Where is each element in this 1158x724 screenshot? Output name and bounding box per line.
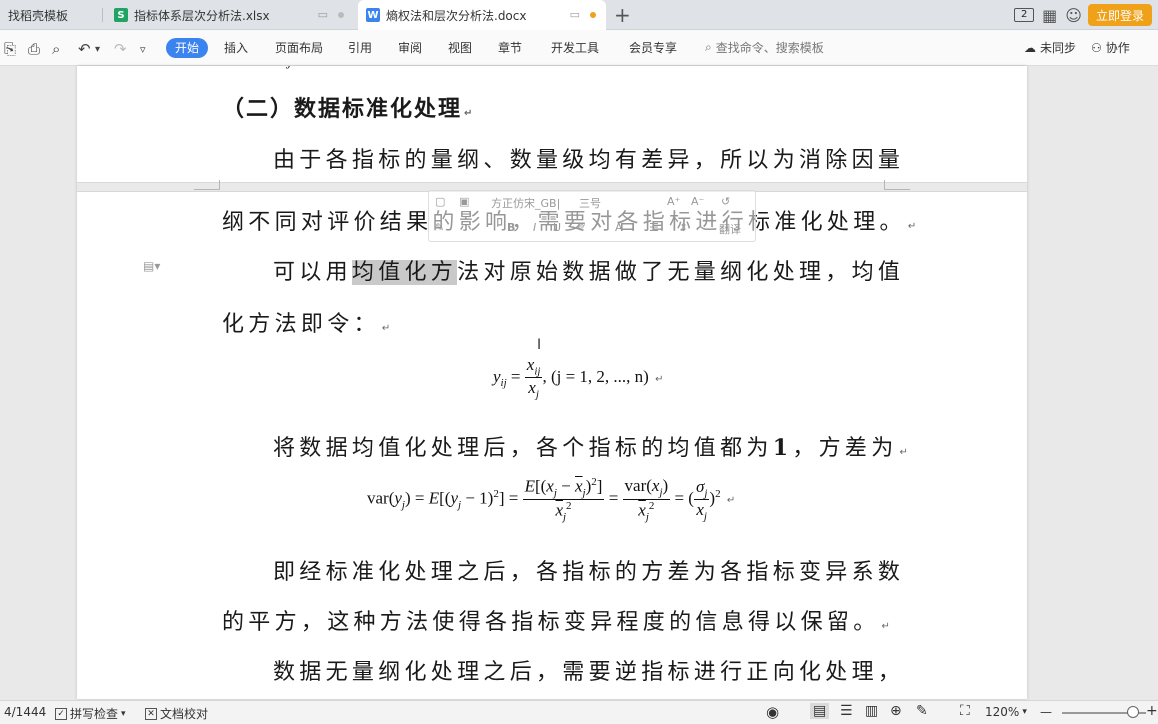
fit-page-icon[interactable]: ⛶: [960, 703, 970, 719]
margin-corner-mark: [884, 180, 910, 190]
window-icon[interactable]: ▭: [570, 8, 580, 21]
checkbox-icon: ✓: [55, 707, 67, 720]
formula-mean-normalization: yij = xij xj, (j = 1, 2, ..., n) ↵: [493, 355, 664, 401]
window-icon[interactable]: ▭: [318, 8, 328, 21]
pen-icon[interactable]: ✎: [916, 703, 928, 719]
menu-insert[interactable]: 插入: [224, 39, 248, 57]
menu-developer[interactable]: 开发工具: [551, 39, 599, 57]
collaborate-button[interactable]: ⚇ 协作: [1091, 39, 1130, 56]
menu-chapter[interactable]: 章节: [498, 39, 522, 57]
text-cursor-icon: I: [537, 337, 542, 353]
page-counter[interactable]: 4/1444: [4, 705, 46, 719]
paragraph-layout-icon[interactable]: ▤▾: [143, 259, 160, 273]
unsaved-dot-icon: [338, 11, 344, 18]
font-name-box[interactable]: 方正仿宋_GB|: [491, 195, 560, 211]
tab-label: 熵权法和层次分析法.docx: [386, 8, 527, 23]
paragraph-line: 将数据均值化处理后，各个指标的均值都为1，方差为 ↵: [273, 435, 908, 461]
menu-bar: ⎘ ⎙ ⌕ ↶ ▾ ↷ ▿ 开始 插入 页面布局 引用 审阅 视图 章节 开发工…: [0, 30, 1158, 66]
italic-icon[interactable]: I: [533, 221, 536, 234]
document-proofread-button[interactable]: ✕ 文档校对: [145, 705, 208, 722]
margin-corner-mark: [194, 180, 220, 190]
skin-icon[interactable]: ☺: [1065, 6, 1082, 25]
zoom-out-button[interactable]: —: [1040, 705, 1052, 719]
search-placeholder: 查找命令、搜索模板: [715, 41, 824, 55]
clear-format-icon[interactable]: ↺: [721, 195, 730, 208]
font-color-icon[interactable]: A: [615, 221, 623, 234]
menu-view[interactable]: 视图: [448, 39, 472, 57]
paragraph-line: 化方法即令： ↵: [222, 312, 391, 337]
command-search[interactable]: ⌕ 查找命令、搜索模板: [705, 39, 824, 56]
tab-docer-templates[interactable]: 找稻壳模板: [0, 0, 100, 30]
tab-label: 指标体系层次分析法.xlsx: [134, 8, 270, 23]
shrink-font-icon[interactable]: A⁻: [691, 195, 704, 208]
grow-font-icon[interactable]: A⁺: [667, 195, 680, 208]
customize-dropdown-icon[interactable]: ▿: [140, 43, 146, 56]
tab-docx[interactable]: W 熵权法和层次分析法.docx ▭: [358, 0, 606, 30]
floating-format-toolbar[interactable]: ▢ ▣ 方正仿宋_GB| 三号 A⁺ A⁻ ↺ ✎ B I U ✐ A ☰ ⇕ …: [428, 190, 756, 242]
reading-view-icon[interactable]: ▥: [865, 703, 878, 719]
paste-icon[interactable]: ▣: [459, 195, 469, 208]
translate-button[interactable]: 翻译: [719, 221, 741, 237]
menu-home[interactable]: 开始: [166, 38, 209, 58]
zoom-slider-handle[interactable]: [1127, 706, 1139, 718]
paragraph-line: 可以用均值化方法对原始数据做了无量纲化处理，均值: [273, 260, 905, 285]
redo-icon[interactable]: ↷: [114, 40, 127, 58]
print-icon[interactable]: ⎙: [28, 40, 40, 58]
document-icon: W: [366, 8, 380, 22]
chevron-down-icon: ▾: [121, 708, 126, 719]
chevron-down-icon: ▾: [1022, 707, 1027, 717]
menu-page-layout[interactable]: 页面布局: [275, 39, 323, 57]
user-icon: ⚇: [1091, 40, 1102, 55]
tab-separator: [102, 8, 103, 22]
tab-xlsx[interactable]: S 指标体系层次分析法.xlsx ▭: [106, 0, 354, 30]
spell-check-toggle[interactable]: ✓ 拼写检查 ▾: [55, 705, 126, 722]
outline-view-icon[interactable]: ☰: [840, 703, 853, 719]
formula-variance: var(yj) = E[(yj − 1)2] = E[(xj − xj)2] xj…: [367, 476, 736, 524]
undo-icon[interactable]: ↶: [78, 40, 91, 58]
menu-review[interactable]: 审阅: [398, 39, 422, 57]
unsaved-dot-icon: [590, 11, 596, 18]
paragraph-line: 数据无量纲化处理之后，需要逆指标进行正向化处理，: [273, 660, 905, 685]
font-size-box[interactable]: 三号: [579, 195, 601, 211]
spreadsheet-icon: S: [114, 8, 128, 22]
zoom-in-button[interactable]: +: [1146, 703, 1158, 719]
save-icon[interactable]: ⎘: [4, 40, 16, 58]
highlight-icon[interactable]: ✐: [577, 221, 586, 234]
tab-bar: 找稻壳模板 S 指标体系层次分析法.xlsx ▭ W 熵权法和层次分析法.doc…: [0, 0, 1158, 30]
login-button[interactable]: 立即登录: [1087, 4, 1152, 26]
proofread-icon: ✕: [145, 707, 157, 720]
undo-dropdown-icon[interactable]: ▾: [95, 44, 100, 55]
bold-button[interactable]: B: [507, 221, 515, 234]
cloud-icon: ☁: [1024, 40, 1036, 55]
paragraph-line: 的平方，这种方法使得各指标变异程度的信息得以保留。 ↵: [222, 610, 890, 635]
eye-protection-icon[interactable]: ◉: [766, 703, 779, 721]
formula-fragment: ij: [280, 66, 296, 69]
menu-member[interactable]: 会员专享: [629, 39, 677, 57]
align-icon[interactable]: ☰: [649, 221, 659, 234]
section-heading: （二）数据标准化处理 ↵: [222, 96, 473, 122]
document-page[interactable]: ij （二）数据标准化处理↵ 由于各指标的量纲、数量级均有差异，所以为消除因量 …: [77, 66, 1027, 699]
zoom-level[interactable]: 120% ▾: [985, 705, 1027, 719]
tab-label: 找稻壳模板: [8, 8, 69, 23]
status-bar: 4/1444 ✓ 拼写检查 ▾ ✕ 文档校对 ◉ ▤ ☰ ▥ ⊕ ✎ ⛶ 120…: [0, 700, 1158, 724]
paragraph-line: 由于各指标的量纲、数量级均有差异，所以为消除因量: [273, 148, 905, 173]
menu-references[interactable]: 引用: [348, 39, 372, 57]
new-tab-plus-icon[interactable]: +: [614, 3, 631, 27]
window-count-icon[interactable]: 2: [1014, 8, 1035, 22]
text-selection: 均值化方: [351, 260, 458, 285]
underline-icon[interactable]: U: [553, 221, 561, 234]
page-view-icon[interactable]: ▤: [810, 703, 830, 719]
grid-apps-icon[interactable]: ▦: [1042, 6, 1057, 25]
line-spacing-icon[interactable]: ⇕: [679, 221, 688, 234]
copy-icon[interactable]: ▢: [435, 195, 445, 208]
sync-status[interactable]: ☁ 未同步: [1024, 39, 1076, 56]
web-view-icon[interactable]: ⊕: [890, 703, 902, 719]
search-icon: ⌕: [705, 40, 712, 54]
format-painter-icon[interactable]: ✎: [435, 221, 444, 234]
paragraph-line: 即经标准化处理之后，各指标的方差为各指标变异系数: [273, 560, 905, 585]
print-preview-icon[interactable]: ⌕: [52, 40, 60, 58]
